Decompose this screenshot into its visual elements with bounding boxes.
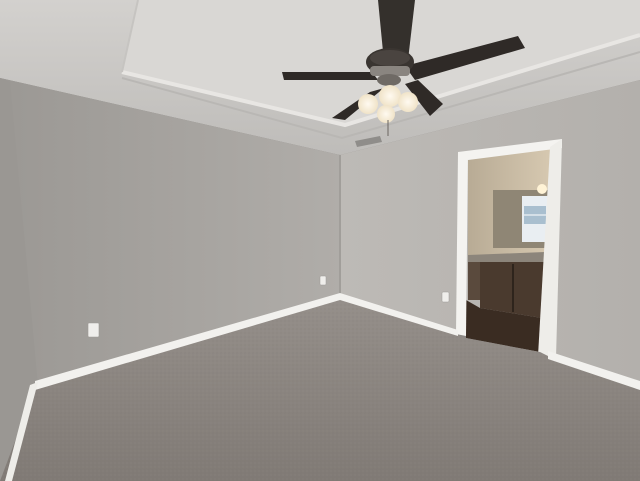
bathroom-light-icon — [537, 184, 547, 194]
doorway[interactable] — [456, 139, 562, 358]
bathroom-mirror — [493, 184, 549, 248]
empty-bedroom-photo — [0, 0, 640, 481]
fan-blade — [282, 72, 378, 80]
electrical-outlet-icon[interactable] — [87, 322, 100, 338]
door-trim-left — [456, 152, 468, 336]
electrical-outlet-icon[interactable] — [441, 291, 450, 303]
electrical-outlet-icon[interactable] — [319, 275, 327, 286]
room-illustration — [0, 0, 640, 481]
